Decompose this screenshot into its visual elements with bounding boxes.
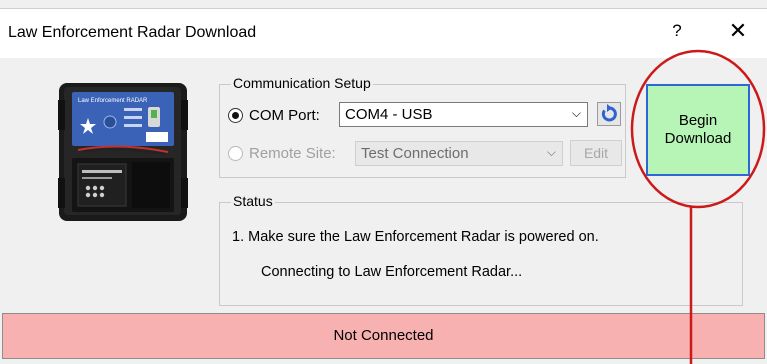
status-message-1: 1. Make sure the Law Enforcement Radar i… — [232, 229, 599, 245]
remote-site-label: Remote Site: — [249, 145, 336, 162]
title-bar: Law Enforcement Radar Download ? ✕ — [0, 8, 767, 59]
refresh-button[interactable] — [597, 102, 621, 126]
status-message-2: Connecting to Law Enforcement Radar... — [261, 264, 523, 280]
com-port-value: COM4 - USB — [345, 106, 433, 123]
window-title: Law Enforcement Radar Download — [8, 24, 257, 41]
connection-status-bar: Not Connected — [2, 313, 765, 359]
edit-button[interactable]: Edit — [570, 140, 622, 166]
com-port-radio[interactable] — [228, 108, 243, 123]
begin-download-button[interactable]: Begin Download — [646, 84, 750, 176]
close-button[interactable]: ✕ — [723, 19, 753, 43]
chevron-down-icon: ⌵ — [571, 106, 581, 120]
refresh-icon — [601, 104, 617, 122]
remote-site-select[interactable]: Test Connection ⌵ — [355, 141, 563, 166]
help-button[interactable]: ? — [662, 19, 692, 43]
status-label: Status — [231, 193, 275, 209]
begin-download-line2: Download — [664, 130, 732, 147]
com-port-label: COM Port: — [249, 107, 320, 124]
remote-site-radio[interactable] — [228, 146, 243, 161]
remote-site-value: Test Connection — [361, 145, 469, 162]
radar-device-image: Law Enforcement RADAR — [58, 83, 188, 221]
communication-setup-label: Communication Setup — [231, 75, 373, 91]
begin-download-line1: Begin — [678, 112, 718, 129]
chevron-down-icon: ⌵ — [546, 145, 556, 159]
com-port-select[interactable]: COM4 - USB ⌵ — [339, 102, 588, 127]
status-group: Status — [219, 193, 743, 306]
device-label: Law Enforcement RADAR — [78, 98, 148, 104]
